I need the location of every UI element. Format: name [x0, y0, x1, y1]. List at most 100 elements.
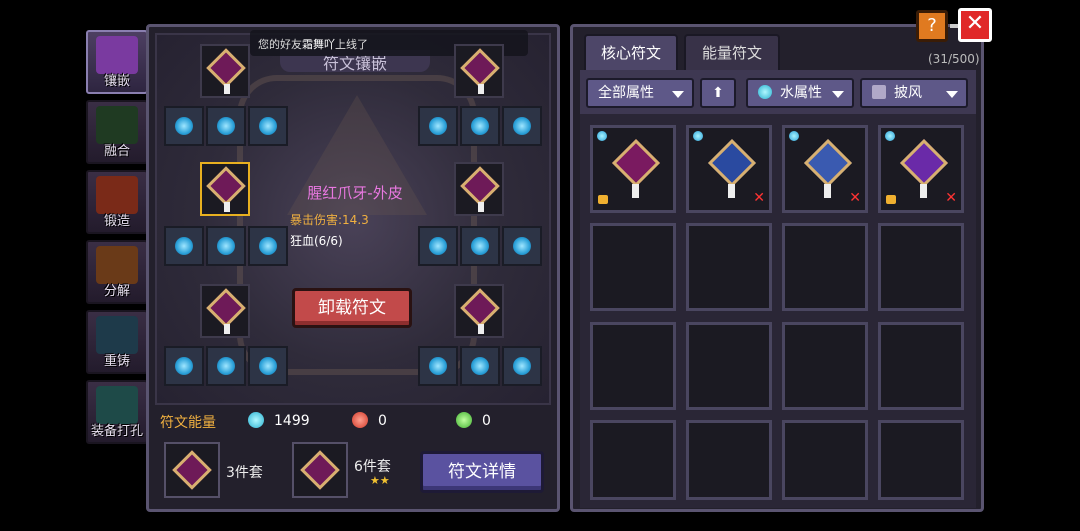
core-rune-slot-top-right[interactable]: [454, 44, 504, 98]
energy-rune-slot[interactable]: [206, 226, 246, 266]
core-rune-slot-mid-left[interactable]: [200, 162, 250, 216]
tab-energy-rune[interactable]: 能量符文: [684, 34, 780, 70]
attribute-filter-dropdown[interactable]: 全部属性: [586, 78, 694, 108]
sort-button[interactable]: ⬆: [700, 78, 736, 108]
pin-icon: [478, 324, 484, 334]
set-3-piece-icon[interactable]: [164, 442, 220, 498]
rune-set-bonus: 狂血(6/6): [290, 234, 343, 248]
energy-rune-slot[interactable]: [418, 226, 458, 266]
rune-inventory-item[interactable]: ✕: [878, 125, 964, 213]
sidebar-item-inlay[interactable]: 镶嵌: [86, 30, 148, 94]
energy-count: 1499: [274, 413, 310, 429]
energy-rune-slot[interactable]: [502, 346, 542, 386]
water-energy-icon: [259, 117, 277, 135]
water-energy-icon: [217, 117, 235, 135]
water-energy-icon: [217, 237, 235, 255]
rune-gem-icon: [206, 48, 246, 88]
rune-energy-bar: 符文能量 1499 0 0: [160, 412, 550, 434]
arrow-up-icon: ⬆: [712, 85, 724, 101]
discard-icon[interactable]: ✕: [753, 190, 765, 206]
lock-icon[interactable]: [886, 195, 896, 204]
core-rune-slot-mid-right[interactable]: [454, 162, 504, 216]
water-element-icon: [758, 85, 772, 99]
energy-rune-slot[interactable]: [460, 226, 500, 266]
cloak-icon: [872, 85, 886, 99]
rune-inventory-item[interactable]: ✕: [782, 125, 868, 213]
sidebar-item-label: 装备打孔: [90, 424, 143, 439]
empty-rune-cell[interactable]: [590, 322, 676, 410]
nature-energy-value: 0: [456, 412, 491, 429]
energy-rune-slot[interactable]: [164, 226, 204, 266]
sidebar-item-recast[interactable]: 重铸: [86, 310, 148, 374]
water-energy-icon: [217, 357, 235, 375]
empty-rune-cell[interactable]: [782, 223, 868, 311]
energy-rune-slot[interactable]: [418, 106, 458, 146]
empty-rune-cell[interactable]: [878, 420, 964, 500]
rune-detail-button[interactable]: 符文详情: [420, 451, 544, 493]
energy-rune-slot[interactable]: [248, 106, 288, 146]
sidebar-item-label: 重铸: [103, 354, 130, 369]
empty-rune-cell[interactable]: [590, 420, 676, 500]
empty-rune-cell[interactable]: [686, 420, 772, 500]
rune-inventory-item[interactable]: ✕: [686, 125, 772, 213]
notice-friend-name: 霜舞吖: [302, 38, 335, 51]
empty-rune-cell[interactable]: [878, 223, 964, 311]
set-6-piece-label: 6件套: [354, 459, 391, 475]
water-energy-icon: [471, 237, 489, 255]
discard-icon[interactable]: ✕: [945, 190, 957, 206]
energy-rune-slot[interactable]: [248, 346, 288, 386]
unload-rune-button[interactable]: 卸载符文: [292, 288, 412, 328]
energy-rune-slot[interactable]: [164, 346, 204, 386]
chevron-down-icon: [832, 91, 844, 98]
empty-rune-cell[interactable]: [782, 420, 868, 500]
lock-icon[interactable]: [598, 195, 608, 204]
core-rune-slot-bottom-left[interactable]: [200, 284, 250, 338]
empty-rune-cell[interactable]: [878, 322, 964, 410]
core-rune-slot-top-left[interactable]: [200, 44, 250, 98]
slot-filter-dropdown[interactable]: 披风: [860, 78, 968, 108]
empty-rune-cell[interactable]: [590, 223, 676, 311]
sidebar-item-label: 融合: [103, 144, 130, 159]
rune-gem-icon: [460, 166, 500, 206]
energy-rune-slot[interactable]: [248, 226, 288, 266]
pin-icon: [224, 202, 230, 212]
discard-icon[interactable]: ✕: [849, 190, 861, 206]
energy-rune-slot[interactable]: [206, 346, 246, 386]
water-energy-icon: [513, 237, 531, 255]
set-6-piece-icon[interactable]: [292, 442, 348, 498]
help-button[interactable]: ?: [916, 10, 948, 42]
sidebar-item-socket[interactable]: 装备打孔: [86, 380, 148, 444]
inlay-icon: [96, 36, 138, 74]
water-energy-icon: [248, 412, 264, 428]
water-element-icon: [693, 131, 703, 141]
empty-rune-cell[interactable]: [686, 322, 772, 410]
empty-rune-cell[interactable]: [686, 223, 772, 311]
sidebar-item-fusion[interactable]: 融合: [86, 100, 148, 164]
tab-core-rune[interactable]: 核心符文: [584, 34, 678, 70]
rune-gem-icon: [172, 450, 212, 490]
core-rune-slot-bottom-right[interactable]: [454, 284, 504, 338]
pin-icon: [224, 84, 230, 94]
energy-rune-slot[interactable]: [418, 346, 458, 386]
energy-rune-slot[interactable]: [206, 106, 246, 146]
energy-rune-slot[interactable]: [460, 106, 500, 146]
notice-prefix: 您的好友: [258, 38, 302, 51]
socket-icon: [96, 386, 138, 424]
pin-icon: [920, 184, 927, 198]
close-button[interactable]: ✕: [958, 8, 992, 42]
decompose-icon: [96, 246, 138, 284]
energy-rune-slot[interactable]: [502, 106, 542, 146]
water-energy-icon: [471, 357, 489, 375]
sidebar-item-forge[interactable]: 锻造: [86, 170, 148, 234]
energy-rune-slot[interactable]: [164, 106, 204, 146]
empty-rune-cell[interactable]: [782, 322, 868, 410]
water-energy-icon: [429, 117, 447, 135]
energy-rune-slot[interactable]: [460, 346, 500, 386]
energy-rune-slot[interactable]: [502, 226, 542, 266]
water-energy-icon: [175, 237, 193, 255]
element-filter-dropdown[interactable]: 水属性: [746, 78, 854, 108]
sidebar-item-decompose[interactable]: 分解: [86, 240, 148, 304]
rune-gem-icon: [206, 288, 246, 328]
rune-inventory-item[interactable]: [590, 125, 676, 213]
dropdown-value: 披风: [894, 85, 922, 101]
